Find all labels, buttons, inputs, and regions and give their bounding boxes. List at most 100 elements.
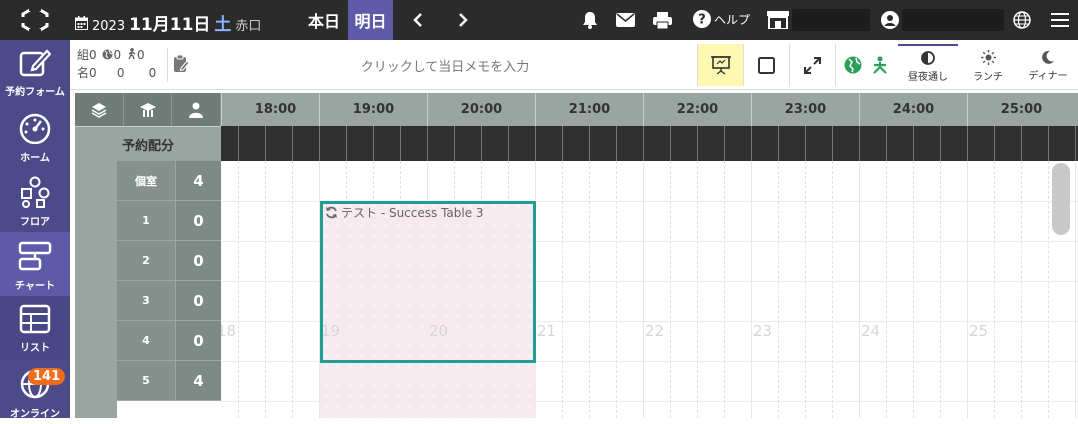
timeline-chart: 18:00 19:00 20:00 21:00 22:00 23:00 24:0… bbox=[75, 93, 1078, 418]
grid-line bbox=[589, 161, 590, 418]
allocation-tick bbox=[913, 126, 914, 161]
printer-icon[interactable] bbox=[652, 10, 672, 30]
timeline-grid[interactable]: 18 19 20 21 22 23 24 25 テスト - Success Ta… bbox=[221, 161, 1078, 418]
grid-line bbox=[940, 161, 941, 418]
time-label: 24:00 bbox=[859, 93, 967, 126]
next-day-icon[interactable] bbox=[453, 10, 473, 30]
sidebar-item-floor[interactable]: フロア bbox=[0, 168, 70, 232]
allocation-bar[interactable] bbox=[221, 126, 1078, 161]
sidebar-item-list[interactable]: リスト bbox=[0, 296, 70, 360]
hour-watermark: 18 bbox=[221, 322, 237, 340]
hour-watermark: 23 bbox=[753, 322, 773, 340]
layers-icon[interactable] bbox=[75, 93, 124, 126]
sidebar-item-reservation-form[interactable]: 予約フォーム bbox=[0, 40, 70, 104]
table-icon bbox=[19, 304, 51, 334]
grid-line bbox=[1048, 161, 1049, 418]
seat-type-icon[interactable] bbox=[124, 93, 173, 126]
row-count: 4 bbox=[175, 361, 221, 401]
row-name: 1 bbox=[117, 201, 175, 241]
language-globe-icon[interactable] bbox=[1012, 10, 1032, 30]
online-count-badge: 141 bbox=[28, 368, 66, 385]
time-header: 18:00 19:00 20:00 21:00 22:00 23:00 24:0… bbox=[221, 93, 1078, 126]
mode-dinner-button[interactable]: ディナー bbox=[1018, 44, 1078, 88]
row-header[interactable]: 3 0 bbox=[117, 281, 221, 321]
allocation-tick bbox=[292, 126, 293, 161]
row-header[interactable]: 4 0 bbox=[117, 321, 221, 361]
sidebar-item-chart[interactable]: チャート bbox=[0, 232, 70, 296]
bell-icon[interactable] bbox=[580, 10, 600, 30]
walkin-icon bbox=[128, 48, 136, 60]
edit-icon bbox=[19, 49, 51, 77]
time-label: 21:00 bbox=[535, 93, 643, 126]
walkin-people-icon bbox=[872, 56, 887, 74]
allocation-tick bbox=[454, 126, 455, 161]
weekday-text: 土 bbox=[214, 15, 232, 35]
store-icon[interactable] bbox=[767, 10, 789, 30]
row-group-column bbox=[75, 161, 117, 418]
allocation-label: 予約配分 bbox=[75, 126, 221, 161]
channel-filter-button[interactable] bbox=[835, 44, 897, 86]
people-web: 0 bbox=[116, 66, 125, 80]
allocation-tick bbox=[427, 126, 428, 161]
menu-icon[interactable] bbox=[1050, 10, 1070, 30]
allocation-tick bbox=[238, 126, 239, 161]
grid-line bbox=[1021, 161, 1022, 418]
memo-icon[interactable] bbox=[173, 55, 189, 73]
user-name-field[interactable] bbox=[902, 9, 1004, 31]
row-header[interactable]: 個室 4 bbox=[117, 161, 221, 201]
refresh-icon bbox=[326, 206, 337, 219]
reservation-counts: 組0 0 0 名0 0 0 bbox=[77, 46, 156, 82]
allocation-tick bbox=[373, 126, 374, 161]
row-header[interactable]: 2 0 bbox=[117, 241, 221, 281]
reservation-block[interactable] bbox=[320, 201, 536, 363]
allocation-tick bbox=[508, 126, 509, 161]
mode-all-day-button[interactable]: 昼夜通し bbox=[898, 44, 958, 88]
mode-label: 昼夜通し bbox=[908, 72, 948, 83]
floor-icon bbox=[21, 176, 50, 208]
row-header[interactable]: 5 4 bbox=[117, 361, 221, 401]
user-icon[interactable] bbox=[880, 10, 900, 30]
toolbar: 組0 0 0 名0 0 0 クリックして当日メモを入力 昼夜通し ランチ ディナ… bbox=[70, 40, 1078, 90]
grid-line bbox=[292, 161, 293, 418]
allocation-tick bbox=[265, 126, 266, 161]
date-display[interactable]: 2023 11月11日 土 赤口 bbox=[75, 10, 261, 35]
sidebar-item-online[interactable]: オンライン 141 bbox=[0, 360, 70, 424]
grid-line bbox=[778, 161, 779, 418]
expand-button[interactable] bbox=[789, 44, 835, 86]
hour-watermark: 25 bbox=[969, 322, 989, 340]
presentation-view-button[interactable] bbox=[697, 44, 743, 86]
square-view-button[interactable] bbox=[743, 44, 789, 86]
help-label: ヘルプ bbox=[714, 12, 751, 27]
person-icon[interactable] bbox=[172, 93, 222, 126]
vertical-scrollbar[interactable] bbox=[1052, 163, 1070, 235]
app-logo-icon[interactable] bbox=[20, 5, 50, 35]
reservation-label[interactable]: テスト - Success Table 3 bbox=[325, 204, 484, 221]
presentation-icon bbox=[710, 56, 731, 75]
people-walkin: 0 bbox=[148, 66, 157, 80]
mail-icon[interactable] bbox=[615, 10, 635, 30]
allocation-tick bbox=[940, 126, 941, 161]
allocation-tick bbox=[1021, 126, 1022, 161]
row-header[interactable]: 1 0 bbox=[117, 201, 221, 241]
grid-line bbox=[805, 161, 806, 418]
store-name-field[interactable] bbox=[792, 9, 870, 31]
today-button[interactable]: 本日 bbox=[302, 0, 346, 40]
daily-memo-input[interactable]: クリックして当日メモを入力 bbox=[195, 56, 695, 75]
allocation-tick bbox=[751, 126, 752, 161]
month-day-text: 11月11日 bbox=[129, 15, 211, 35]
grid-line bbox=[913, 161, 914, 418]
allocation-tick bbox=[832, 126, 833, 161]
help-button[interactable]: ? ヘルプ bbox=[693, 10, 750, 28]
groups-label: 組 bbox=[77, 48, 90, 62]
allocation-tick bbox=[562, 126, 563, 161]
grid-line bbox=[886, 161, 887, 418]
grid-line bbox=[832, 161, 833, 418]
sidebar-item-label: フロア bbox=[20, 217, 50, 228]
allocation-tick bbox=[886, 126, 887, 161]
tomorrow-button[interactable]: 明日 bbox=[348, 0, 393, 40]
mode-lunch-button[interactable]: ランチ bbox=[958, 44, 1018, 88]
allocation-tick bbox=[670, 126, 671, 161]
sidebar-item-home[interactable]: ホーム bbox=[0, 104, 70, 168]
prev-day-icon[interactable] bbox=[408, 10, 428, 30]
time-label: 23:00 bbox=[751, 93, 859, 126]
